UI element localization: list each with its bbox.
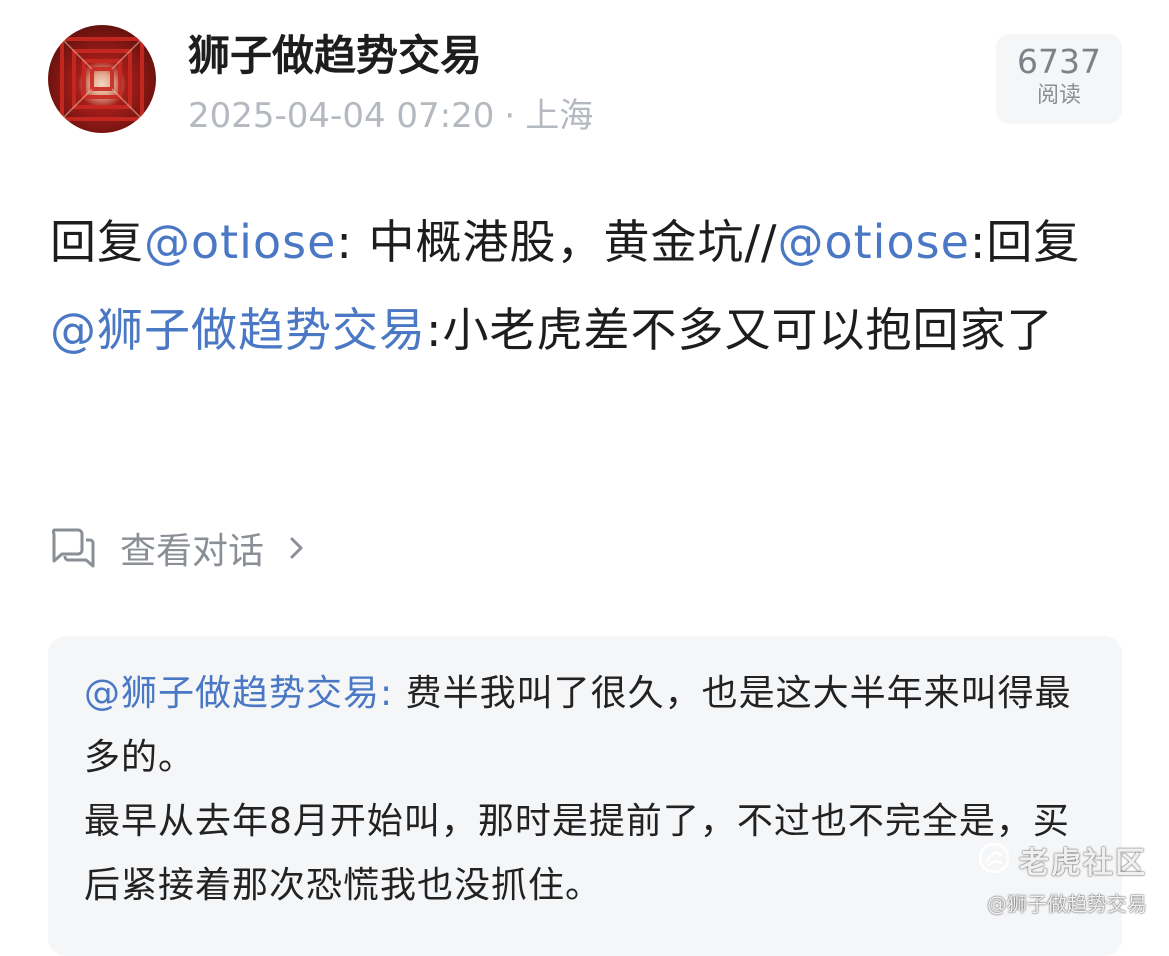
view-count: 6737: [1017, 42, 1101, 81]
mention-link[interactable]: @otiose: [778, 215, 970, 269]
content-text: :小老虎差不多又可以抱回家了: [426, 303, 1054, 357]
content-text: :回复: [969, 215, 1081, 269]
post-content: 回复@otiose: 中概港股，黄金坑//@otiose:回复@狮子做趋势交易:…: [50, 198, 1120, 374]
quoted-paragraph: @狮子做趋势交易: 费半我叫了很久，也是这大半年来叫得最多的。: [84, 662, 1094, 790]
chat-bubbles-icon: [48, 526, 96, 570]
view-conversation-link[interactable]: 查看对话: [48, 520, 306, 576]
meta-separator: ·: [504, 96, 516, 136]
post-meta: 2025-04-04 07:20 · 上海: [188, 94, 593, 138]
content-text: : 中概港股，黄金坑//: [336, 215, 778, 269]
quoted-author-link[interactable]: @狮子做趋势交易:: [84, 673, 393, 714]
post-timestamp: 2025-04-04 07:20: [188, 96, 495, 136]
mention-link[interactable]: @otiose: [144, 215, 336, 269]
content-text: 回复: [50, 215, 144, 269]
view-count-label: 阅读: [1036, 83, 1081, 108]
watermark: 老虎社区 @狮子做趋势交易: [977, 838, 1147, 917]
mention-link[interactable]: @狮子做趋势交易: [50, 303, 426, 357]
view-conversation-label: 查看对话: [120, 531, 265, 572]
watermark-user: @狮子做趋势交易: [987, 892, 1147, 916]
chevron-right-icon: [288, 534, 306, 562]
view-count-badge: 6737 阅读: [996, 34, 1122, 124]
avatar-image: [48, 25, 156, 133]
tiger-logo-icon: [977, 841, 1011, 879]
post-location: 上海: [525, 96, 594, 136]
quoted-post-text: @狮子做趋势交易: 费半我叫了很久，也是这大半年来叫得最多的。 最早从去年8月开…: [84, 662, 1094, 918]
quoted-post[interactable]: @狮子做趋势交易: 费半我叫了很久，也是这大半年来叫得最多的。 最早从去年8月开…: [48, 636, 1122, 956]
author-name[interactable]: 狮子做趋势交易: [188, 28, 482, 84]
avatar[interactable]: [48, 25, 156, 133]
watermark-brand: 老虎社区: [1019, 846, 1147, 881]
quoted-paragraph: 最早从去年8月开始叫，那时是提前了，不过也不完全是，买后紧接着那次恐慌我也没抓住…: [84, 790, 1094, 918]
quoted-line: 最早从去年8月开始叫，那时是提前了，不过也不完全是，买后紧接着那次恐慌我也没抓住…: [84, 801, 1070, 906]
